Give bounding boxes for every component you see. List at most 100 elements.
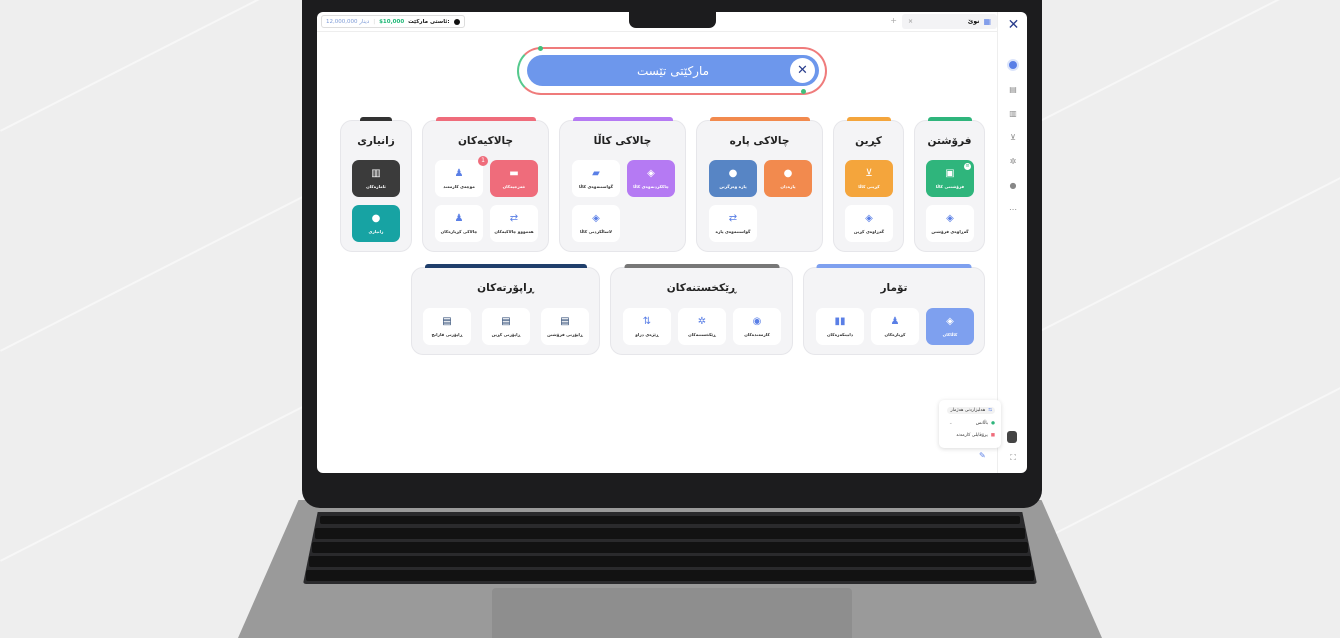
card-title: ڕاپۆرتەکان [477, 282, 534, 294]
card-title: چالاکیەکان [457, 135, 514, 147]
card-sales: فرۆشتن ≡ ▣ فرۆشتنی کاڵا ◈ گەڕاوەی فرۆشتن [914, 117, 985, 252]
tile-profit-report[interactable]: ▤ ڕاپۆرتی قازانج [423, 308, 471, 345]
building-icon: ▮▮ [834, 315, 846, 327]
fullscreen-icon[interactable]: ⛶ [1007, 452, 1019, 464]
box-icon: ◈ [647, 167, 655, 179]
tile-salary[interactable]: 1 ♟ موچەی کارمەند [435, 156, 488, 197]
tile-employees[interactable]: ◉ کارمەندەکان [733, 308, 781, 345]
tile-purchase-return[interactable]: ◈ گەڕاوەی کڕین [845, 205, 893, 242]
frame-dot [801, 89, 806, 94]
tile-fix-goods[interactable]: ◈ چاککردنەوەی کاڵا [627, 160, 675, 197]
money-icon: ● [991, 421, 995, 426]
user-gear-icon: ♟ [454, 212, 464, 224]
user-icon: ♟ [890, 315, 900, 327]
gear-icon: ✲ [697, 315, 707, 327]
popup-item-balance[interactable]: ⌄ باڵانس ● [949, 421, 995, 426]
market-name: مارکێتی تێست [636, 63, 710, 78]
card-money: چالاکی پارە ● پارەدان ● پارە وەرگرتن ⇄ گ… [696, 117, 823, 252]
chart-icon[interactable]: ▥ [1007, 108, 1019, 120]
user-circle-icon: ◉ [752, 315, 762, 327]
notification-badge: 1 [478, 156, 488, 166]
home-icon[interactable] [1007, 59, 1019, 71]
tile-money-transfer[interactable]: ⇄ گواستنەوەی پارە [709, 205, 757, 242]
tile-receive[interactable]: ● پارە وەرگرتن [709, 160, 757, 197]
tile-information[interactable]: ● زانیاری [352, 205, 400, 242]
card-accent [624, 264, 779, 268]
card-title: زانیاری [357, 135, 395, 147]
market-selector-button[interactable]: مارکێتی تێست ✕ [527, 55, 819, 86]
tab-close-icon[interactable]: × [908, 18, 913, 25]
tile-sales-return[interactable]: ◈ گەڕاوەی فرۆشتن [926, 205, 974, 242]
tile-settings[interactable]: ✲ ڕێکخستنەکان [678, 308, 726, 345]
tile-sell-goods[interactable]: ≡ ▣ فرۆشتنی کاڵا [926, 160, 974, 197]
background-line [1040, 0, 1340, 122]
tile-buy-goods[interactable]: ⊻ کڕینی کاڵا [845, 160, 893, 197]
box-icon: ◈ [946, 315, 954, 327]
avatar[interactable] [1007, 431, 1017, 443]
card-records: تۆمار ◈ کاڵاکان ♟ کڕیارەکان ▮▮ دابینکەرە… [803, 264, 985, 355]
invoice-icon: ▣ [945, 167, 955, 179]
card-title: کڕین [855, 135, 882, 147]
account-popup: هەلبژاردنی هەژمار ⇆ ⌄ باڵانس ● پرۆڤایلی … [939, 400, 1001, 448]
card-accent [927, 117, 972, 121]
popup-item-account[interactable]: هەلبژاردنی هەژمار ⇆ [947, 407, 995, 414]
chevron-down-icon: ⌄ [948, 421, 953, 426]
card-title: تۆمار [880, 282, 908, 294]
card-reports: ڕاپۆرتەکان ▤ ڕاپۆرتی فرۆشتن ▤ ڕاپۆرتی کڕ… [411, 264, 600, 355]
tile-expenses[interactable]: ▬ خەرجیەکان [490, 160, 538, 197]
x-logo-icon[interactable]: ✕ [1005, 18, 1022, 32]
gear-icon[interactable]: ✲ [1007, 156, 1019, 168]
tile-customer-activities[interactable]: ♟ چالاکی کڕیارەکان [435, 205, 483, 242]
wallet-icon: ▬ [509, 167, 519, 179]
card-title: چالاکی کاڵا [593, 135, 652, 147]
tile-customers[interactable]: ♟ کڕیارەکان [871, 308, 919, 345]
frame-dot [538, 46, 543, 51]
cart-icon[interactable]: ⊻ [1007, 132, 1019, 144]
tile-products[interactable]: ◈ کاڵاکان [926, 308, 974, 345]
card-accent [816, 264, 972, 268]
grid-icon: ▦ [983, 17, 991, 26]
tab-active[interactable]: × نوێ ▦ [902, 14, 997, 29]
market-iqd: 12,000,000 دینار [326, 18, 370, 25]
tile-goods-adjust[interactable]: ◈ لاساڵکردنی کاڵا [572, 205, 620, 242]
tile-sales-report[interactable]: ▤ ڕاپۆرتی فرۆشتن [541, 308, 589, 345]
coin-icon: ● [783, 167, 793, 179]
tile-pay[interactable]: ● پارەدان [764, 160, 812, 197]
card-info: زانیاری ▥ ئامارەکان ● زانیاری [340, 117, 412, 252]
card-accent [424, 264, 587, 268]
card-activities: چالاکیەکان ▬ خەرجیەکان 1 ♟ موچەی کارمەند… [422, 117, 549, 252]
cart-icon: ⊻ [865, 167, 873, 179]
tile-goods-transfer[interactable]: ▰ گواستنەوەی کاڵا [572, 160, 620, 197]
tile-suppliers[interactable]: ▮▮ دابینکەرەکان [816, 308, 864, 345]
x-logo-icon: ✕ [790, 58, 815, 83]
popup-item-profile[interactable]: پرۆڤایلی کارمەند ■ [956, 433, 995, 438]
tile-purchase-report[interactable]: ▤ ڕاپۆرتی کڕین [482, 308, 530, 345]
report-icon: ▤ [442, 315, 452, 327]
card-purchase: کڕین ⊻ کڕینی کاڵا ◈ گەڕاوەی کڕین [833, 117, 904, 252]
tile-currency-rate[interactable]: ⇅ ڕێژەی دراو [623, 308, 671, 345]
card-goods: چالاکی کاڵا ◈ چاککردنەوەی کاڵا ▰ گواستنە… [559, 117, 686, 252]
background-line [1040, 175, 1340, 332]
market-rate: 12,000,000 دینار | $10,000 ئاستی مارکێت: [321, 15, 465, 28]
trackpad [492, 588, 852, 638]
market-usd: $10,000 [379, 18, 405, 25]
tile-all-activities[interactable]: ⇄ هەمووو چالاکیەکان [490, 205, 538, 242]
camera-notch [629, 11, 716, 28]
document-icon[interactable]: ▤ [1007, 84, 1019, 96]
background-line [1040, 385, 1340, 542]
tile-statistics[interactable]: ▥ ئامارەکان [352, 160, 400, 197]
market-label: ئاستی مارکێت: [408, 18, 450, 25]
currency-icon: ⇅ [642, 315, 652, 327]
transfer-icon: ⇄ [728, 212, 738, 224]
card-title: فرۆشتن [927, 135, 972, 147]
box-icon: ◈ [592, 212, 600, 224]
tab-label: نوێ [967, 18, 980, 25]
help-icon[interactable]: ● [1007, 180, 1019, 192]
edit-icon[interactable]: ✎ [979, 451, 986, 460]
coin-icon: ● [728, 167, 738, 179]
more-icon[interactable]: ⋯ [1007, 204, 1019, 216]
new-tab-button[interactable]: + [890, 16, 897, 25]
card-accent [572, 117, 673, 121]
arrows-icon: ⇄ [509, 212, 519, 224]
card-title: چالاکی پارە [729, 135, 790, 147]
